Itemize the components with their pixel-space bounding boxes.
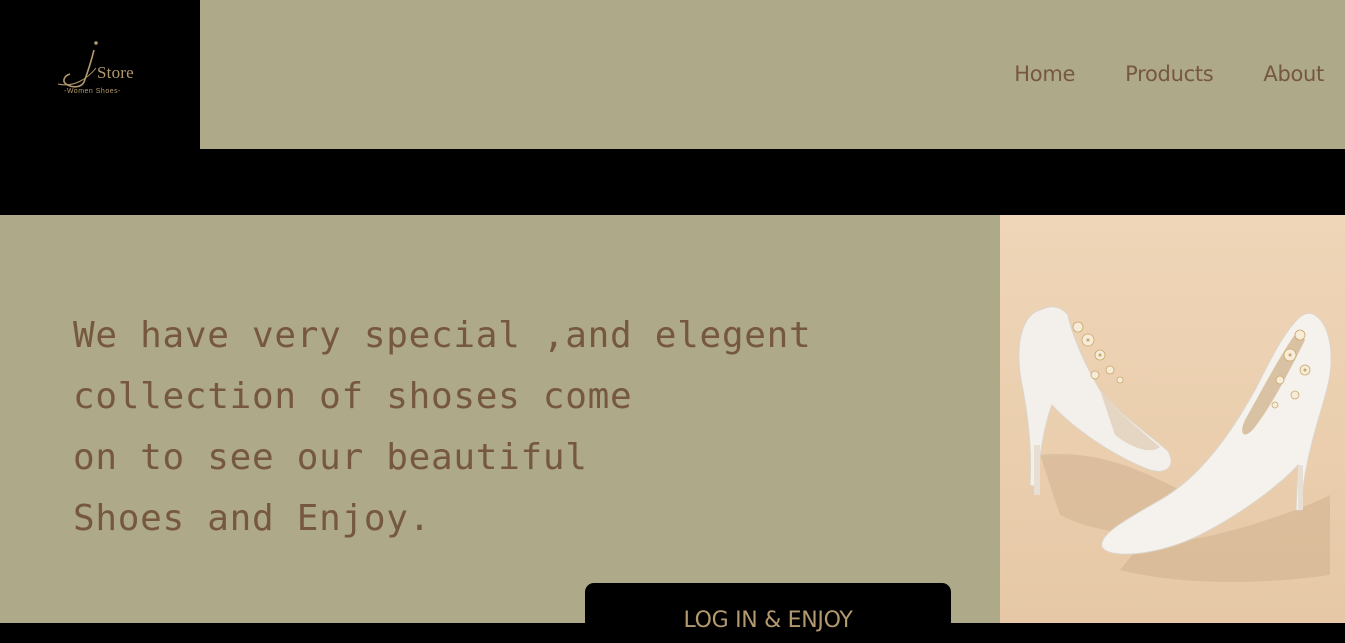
brand-name: Store: [97, 63, 134, 82]
shoes-photo: [1000, 215, 1345, 623]
white-high-heel-shoes-photo-icon: [1000, 215, 1345, 623]
nav-about-link[interactable]: About: [1263, 62, 1324, 86]
brand-tagline: -Women Shoes-: [64, 88, 121, 95]
login-enjoy-button[interactable]: LOG IN & ENJOY: [585, 583, 951, 643]
top-header: Home Products About: [200, 0, 1345, 149]
hero-message: We have very special ,and elegent collec…: [73, 305, 811, 549]
nav-products-link[interactable]: Products: [1125, 62, 1214, 86]
divider-band: [0, 149, 1345, 215]
hero-line-4: Shoes and Enjoy.: [73, 498, 431, 539]
main-nav: Home Products About: [1014, 62, 1324, 86]
nav-home-link[interactable]: Home: [1014, 62, 1075, 86]
hero-line-2: collection of shoses come: [73, 376, 633, 417]
hero-line-1: We have very special ,and elegent: [73, 315, 812, 356]
hero-section: We have very special ,and elegent collec…: [0, 215, 1000, 643]
logo-panel: Store -Women Shoes-: [0, 0, 200, 149]
hero-line-3: on to see our beautiful: [73, 437, 588, 478]
